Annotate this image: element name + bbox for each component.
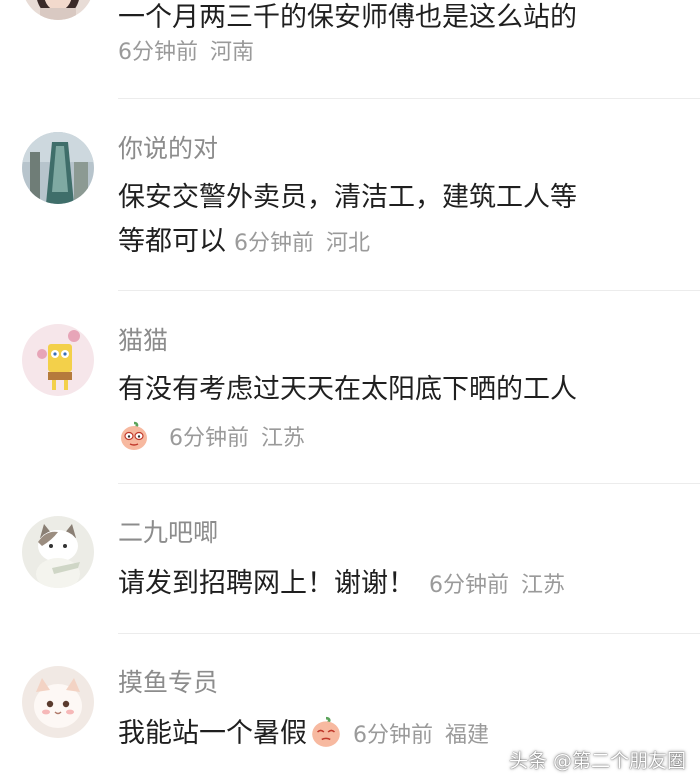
comment-meta: 6分钟前 河南 (118, 38, 254, 68)
comment-time: 6分钟前 (353, 723, 433, 748)
comment-location: 江苏 (261, 426, 306, 451)
avatar[interactable] (22, 516, 94, 588)
peach-face-emoji-icon (118, 420, 150, 452)
avatar[interactable] (22, 0, 94, 20)
comment-meta: 6分钟前 江苏 (429, 573, 565, 598)
divider (118, 633, 700, 634)
avatar[interactable] (22, 666, 94, 738)
comment-text-tail: 等都可以 (118, 226, 226, 257)
comment-time: 6分钟前 (169, 426, 249, 451)
comment-meta: 6分钟前 福建 (353, 723, 489, 748)
comment-text-line-2: 等都可以 6分钟前 河北 (118, 220, 678, 266)
comment-username[interactable]: 二九吧唧 (118, 518, 218, 548)
watermark: 头条 @第二个朋友圈 (508, 750, 686, 772)
comment-text: 一个月两三千的保安师傅也是这么站的 (118, 2, 577, 33)
divider (118, 98, 700, 99)
avatar[interactable] (22, 324, 94, 396)
avatar[interactable] (22, 132, 94, 204)
avatar-image (22, 0, 94, 20)
comment-username[interactable]: 你说的对 (118, 134, 218, 164)
avatar-image (22, 666, 94, 738)
avatar-image (22, 132, 94, 204)
comment-text: 有没有考虑过天天在太阳底下晒的工人 (118, 374, 577, 405)
comment-text: 保安交警外卖员，清洁工，建筑工人等 等都可以 6分钟前 河北 (118, 176, 678, 266)
divider (118, 290, 700, 291)
divider (118, 483, 700, 484)
comment-meta: 6分钟前 江苏 (118, 420, 305, 454)
comment-time: 6分钟前 (234, 231, 314, 256)
comment-text-body: 我能站一个暑假 (118, 718, 307, 749)
comment-text-body: 请发到招聘网上！谢谢！ (118, 568, 415, 599)
comment-time: 6分钟前 (429, 573, 509, 598)
comment-text: 请发到招聘网上！谢谢！ 6分钟前 江苏 (118, 562, 678, 608)
comment-time: 6分钟前 (118, 40, 198, 65)
comment-location: 福建 (445, 723, 490, 748)
comment-meta: 6分钟前 河北 (234, 231, 370, 256)
comment-location: 江苏 (521, 573, 566, 598)
peach-face-emoji-icon (309, 715, 343, 749)
avatar-image (22, 516, 94, 588)
comment-text-line: 保安交警外卖员，清洁工，建筑工人等 (118, 182, 577, 213)
comment-username[interactable]: 猫猫 (118, 326, 168, 356)
avatar-image (22, 324, 94, 396)
comment-username[interactable]: 摸鱼专员 (118, 668, 218, 698)
comment-location: 河北 (326, 231, 371, 256)
comment-location: 河南 (210, 40, 255, 65)
